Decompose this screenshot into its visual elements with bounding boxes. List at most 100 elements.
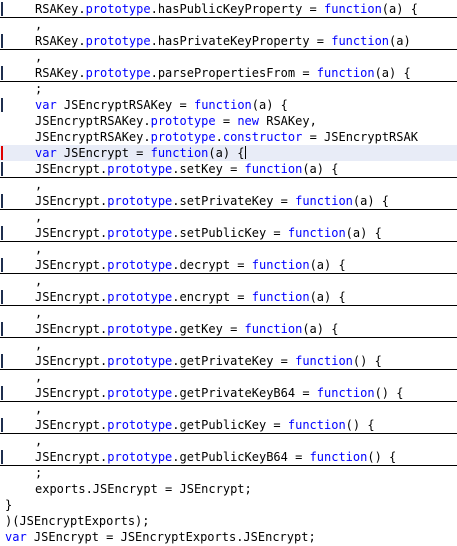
code-token: RSAKey, <box>259 114 317 128</box>
code-line[interactable]: JSEncrypt.prototype.decrypt = function(a… <box>0 257 457 274</box>
code-token: , <box>35 210 43 224</box>
code-line[interactable]: , <box>0 401 457 417</box>
code-token: . <box>215 130 223 144</box>
code-text: JSEncrypt.prototype.getPrivateKeyB64 = f… <box>35 385 403 401</box>
code-token: .hasPrivateKeyProperty = <box>150 34 332 48</box>
line-marker <box>1 194 3 208</box>
code-line[interactable]: JSEncrypt.prototype.setPrivateKey = func… <box>0 193 457 210</box>
code-line[interactable]: JSEncrypt.prototype.getPrivateKey = func… <box>0 353 457 370</box>
line-marker <box>1 98 3 112</box>
keyword-token: prototype <box>107 354 173 368</box>
code-line[interactable]: JSEncrypt.prototype.getKey = function(a)… <box>0 321 457 338</box>
code-line[interactable]: JSEncrypt.prototype.getPublicKeyB64 = fu… <box>0 449 457 466</box>
code-token: , <box>35 274 43 288</box>
code-text: , <box>35 49 42 65</box>
code-token: (a) { <box>374 66 411 80</box>
code-line[interactable]: RSAKey.prototype.parsePropertiesFrom = f… <box>0 65 457 82</box>
keyword-token: var <box>5 530 27 544</box>
code-editor[interactable]: RSAKey.prototype.hasPublicKeyProperty = … <box>0 0 457 546</box>
code-line[interactable]: , <box>0 337 457 353</box>
code-text: JSEncrypt.prototype.getPublicKeyB64 = fu… <box>35 449 396 465</box>
code-line[interactable]: JSEncrypt.prototype.getPublicKey = funct… <box>0 417 457 434</box>
keyword-token: prototype <box>107 226 173 240</box>
code-text: , <box>35 337 42 353</box>
code-line[interactable]: ; <box>0 465 457 481</box>
code-line[interactable]: RSAKey.prototype.hasPublicKeyProperty = … <box>0 1 457 18</box>
keyword-token: function <box>295 194 353 208</box>
code-token: )(JSEncryptExports); <box>5 514 150 528</box>
code-token: = JSEncryptRSAK <box>302 130 418 144</box>
code-line[interactable]: JSEncrypt.prototype.setKey = function(a)… <box>0 161 457 178</box>
code-token: (a) { <box>302 162 339 176</box>
line-marker <box>1 290 3 304</box>
code-text: JSEncrypt.prototype.setPublicKey = funct… <box>35 225 382 241</box>
keyword-token: prototype <box>107 194 173 208</box>
code-line[interactable]: )(JSEncryptExports); <box>0 513 457 529</box>
code-token: } <box>5 498 13 512</box>
keyword-token: function <box>287 418 346 432</box>
code-token: () { <box>345 418 375 432</box>
keyword-token: prototype <box>150 114 216 128</box>
code-line[interactable]: , <box>0 369 457 385</box>
code-token: (a) { <box>208 146 245 160</box>
line-marker <box>1 226 3 240</box>
keyword-token: function <box>244 322 303 336</box>
code-line[interactable]: var JSEncryptRSAKey = function(a) { <box>0 97 457 113</box>
code-line[interactable]: , <box>0 433 457 449</box>
code-text: ; <box>35 465 42 481</box>
code-token: , <box>35 242 43 256</box>
keyword-token: prototype <box>107 258 173 272</box>
modified-line-marker <box>1 146 3 160</box>
code-token: () { <box>352 354 382 368</box>
line-marker <box>1 34 3 48</box>
code-line[interactable]: JSEncrypt.prototype.encrypt = function(a… <box>0 289 457 306</box>
code-line[interactable]: , <box>0 209 457 225</box>
code-line[interactable]: , <box>0 17 457 33</box>
code-token: RSAKey. <box>35 34 86 48</box>
code-token: , <box>35 338 43 352</box>
keyword-token: prototype <box>85 34 151 48</box>
code-token: , <box>35 178 43 192</box>
keyword-token: function <box>287 226 346 240</box>
code-line[interactable]: var JSEncrypt = JSEncryptExports.JSEncry… <box>0 529 457 545</box>
code-token: .parsePropertiesFrom = <box>150 66 317 80</box>
keyword-token: prototype <box>107 322 173 336</box>
code-line[interactable]: RSAKey.prototype.hasPrivateKeyProperty =… <box>0 33 457 50</box>
keyword-token: function <box>331 34 390 48</box>
code-token: (a) { <box>352 194 390 208</box>
code-line[interactable]: , <box>0 305 457 321</box>
code-text: JSEncrypt.prototype.getPublicKey = funct… <box>35 417 375 433</box>
code-token: .setPrivateKey = <box>172 194 296 208</box>
keyword-token: prototype <box>107 290 173 304</box>
code-line[interactable]: exports.JSEncrypt = JSEncrypt; <box>0 481 457 497</box>
code-token: .setPublicKey = <box>172 226 288 240</box>
code-text: JSEncrypt.prototype.encrypt = function(a… <box>35 289 346 305</box>
code-line[interactable]: JSEncrypt.prototype.getPrivateKeyB64 = f… <box>0 385 457 402</box>
code-line[interactable]: , <box>0 241 457 257</box>
code-line[interactable]: , <box>0 273 457 289</box>
code-line[interactable]: , <box>0 49 457 65</box>
code-line[interactable]: JSEncryptRSAKey.prototype = new RSAKey, <box>0 113 457 129</box>
code-line[interactable]: ; <box>0 81 457 97</box>
code-token: , <box>35 18 43 32</box>
code-token: JSEncrypt = JSEncryptExports.JSEncrypt; <box>26 530 316 544</box>
code-token: .getPrivateKeyB64 = <box>172 386 317 400</box>
code-token: .getPrivateKey = <box>172 354 296 368</box>
code-token: JSEncrypt. <box>35 226 108 240</box>
code-line[interactable]: JSEncrypt.prototype.setPublicKey = funct… <box>0 225 457 242</box>
keyword-token: function <box>295 354 353 368</box>
keyword-token: function <box>309 450 368 464</box>
code-line[interactable]: JSEncryptRSAKey.prototype.constructor = … <box>0 129 457 145</box>
keyword-token: function <box>324 2 382 16</box>
code-text: RSAKey.prototype.hasPublicKeyProperty = … <box>35 1 418 17</box>
code-token: JSEncryptRSAKey = <box>56 98 194 112</box>
code-text: JSEncrypt.prototype.setKey = function(a)… <box>35 161 338 177</box>
code-text: , <box>35 433 42 449</box>
text-caret <box>244 146 246 159</box>
keyword-token: constructor <box>222 130 303 144</box>
code-line[interactable]: , <box>0 177 457 193</box>
keyword-token: function <box>316 66 375 80</box>
code-line[interactable]: var JSEncrypt = function(a) { <box>0 145 457 161</box>
line-marker <box>1 2 3 16</box>
code-line[interactable]: } <box>0 497 457 513</box>
